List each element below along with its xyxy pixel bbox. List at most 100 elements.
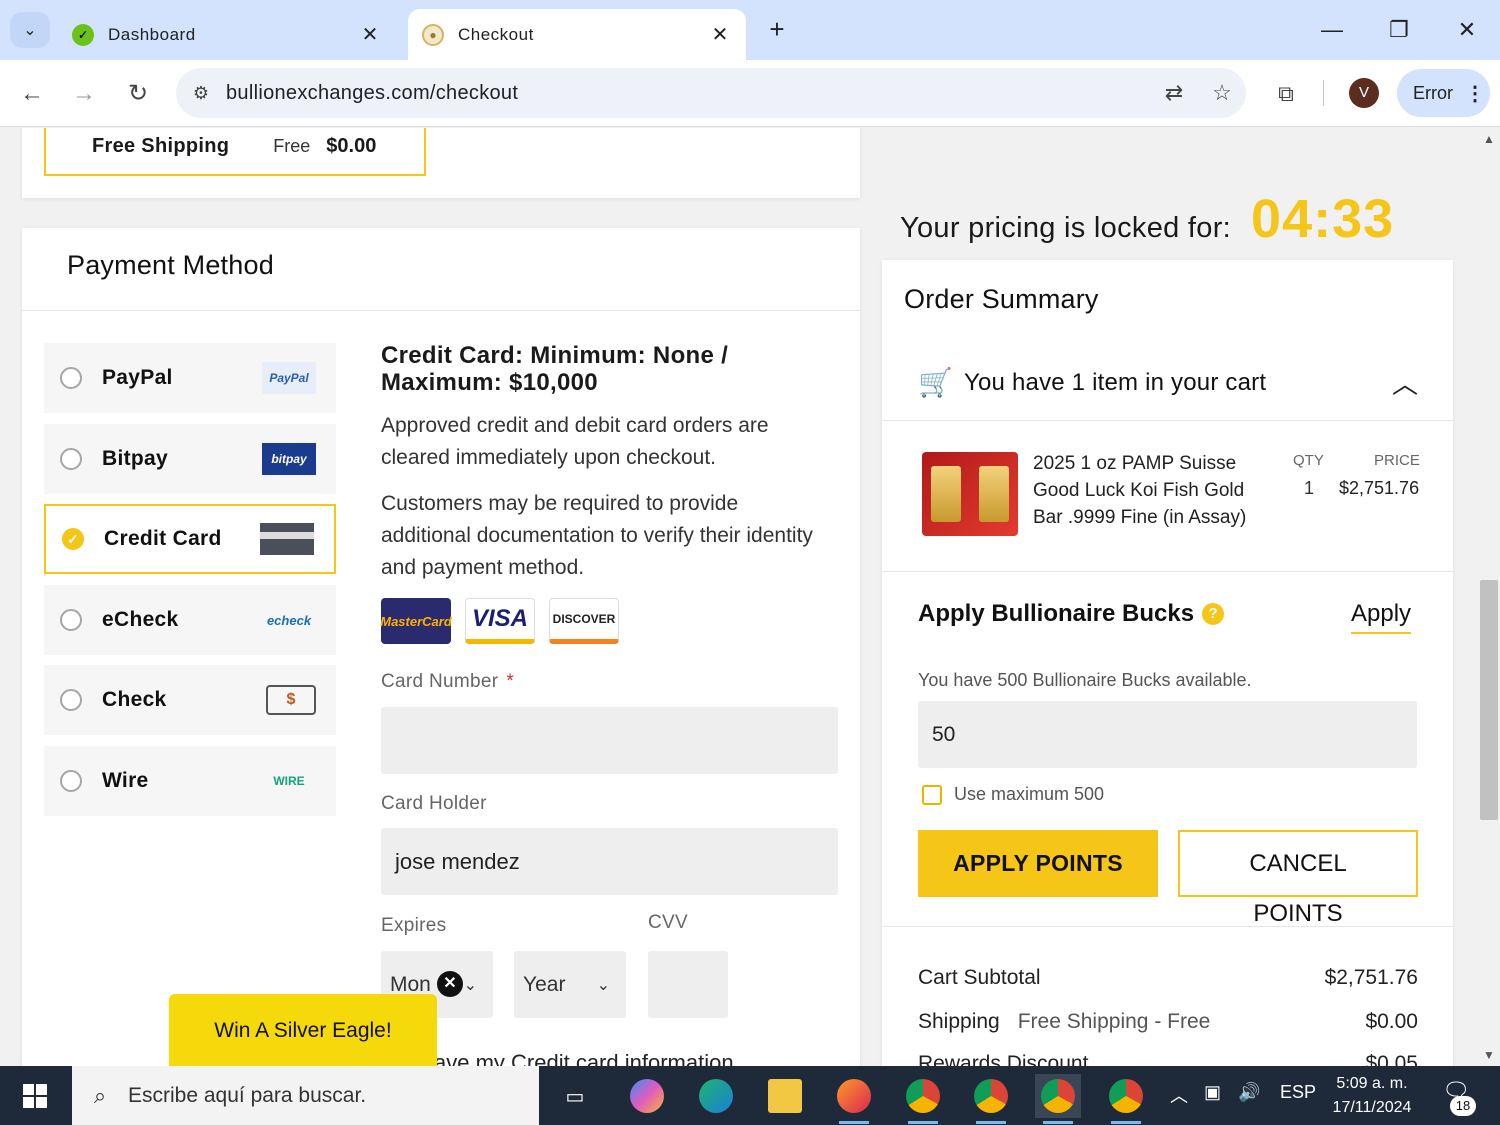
notification-button[interactable]: 🗨 18 — [1436, 1078, 1476, 1116]
cvv-label: CVV — [648, 912, 688, 933]
echeck-logo-icon: echeck — [266, 612, 312, 628]
start-button[interactable] — [0, 1066, 70, 1125]
new-tab-button[interactable]: + — [762, 14, 792, 44]
network-icon[interactable]: ▣ — [1204, 1082, 1221, 1103]
back-button[interactable]: ← — [14, 76, 50, 112]
radio-button[interactable] — [60, 367, 82, 389]
chrome-profile-icon[interactable] — [968, 1074, 1014, 1124]
shipping-option[interactable]: Free Shipping Free $0.00 — [44, 128, 426, 176]
shipping-free-label: Free — [273, 135, 311, 156]
cancel-points-button[interactable]: CANCEL POINTS — [1178, 830, 1418, 927]
error-menu-button[interactable]: Error ⋮ — [1397, 69, 1490, 117]
product-name: 2025 1 oz PAMP Suisse Good Luck Koi Fish… — [1033, 453, 1247, 528]
cvv-input[interactable] — [648, 951, 728, 1018]
coin-favicon-icon: ● — [422, 23, 444, 46]
credit-card-info-text: Approved credit and debit card orders ar… — [381, 414, 769, 469]
shipping-row: Shipping Free Shipping - Free $0.00 — [918, 1010, 1418, 1034]
credit-card-icon — [260, 523, 314, 555]
chrome-profile-icon[interactable] — [900, 1074, 946, 1124]
card-number-label: Card Number * — [381, 671, 514, 693]
card-number-input[interactable] — [381, 707, 838, 774]
shipping-name: Free Shipping — [92, 134, 230, 157]
tab-checkout[interactable]: ● Checkout ✕ — [408, 9, 746, 60]
file-explorer-icon[interactable] — [762, 1074, 808, 1118]
clock[interactable]: 5:09 a. m. 17/11/2024 — [1322, 1072, 1422, 1120]
use-max-checkbox-row[interactable]: Use maximum 500 — [922, 784, 1104, 805]
year-select[interactable]: Year ⌄ — [514, 951, 626, 1018]
method-echeck[interactable]: eCheck echeck — [44, 585, 336, 655]
method-label: eCheck — [102, 608, 179, 631]
restore-button[interactable]: ❐ — [1379, 12, 1419, 48]
firefox-icon[interactable] — [831, 1074, 877, 1124]
divider — [882, 926, 1453, 927]
radio-button[interactable] — [60, 448, 82, 470]
credit-card-limits-title: Credit Card: Minimum: None / Maximum: $1… — [381, 342, 729, 396]
method-label: PayPal — [102, 366, 173, 389]
window-close-button[interactable]: ✕ — [1447, 12, 1487, 48]
radio-button[interactable] — [60, 609, 82, 631]
radio-button[interactable] — [60, 689, 82, 711]
pricing-lock: Your pricing is locked for: 04:33 — [900, 188, 1394, 250]
tab-title: Dashboard — [108, 24, 196, 44]
more-vert-icon: ⋮ — [1465, 82, 1485, 105]
tab-title: Checkout — [458, 24, 534, 44]
site-info-icon[interactable]: ⚙ — [176, 83, 226, 104]
promo-popup-button[interactable]: Win A Silver Eagle! — [169, 994, 437, 1066]
star-icon[interactable]: ☆ — [1198, 80, 1246, 106]
minimize-button[interactable]: — — [1312, 12, 1352, 48]
chevron-down-icon: ⌄ — [596, 976, 610, 994]
taskbar-search[interactable]: ⌕ Escribe aquí para buscar. — [72, 1066, 539, 1125]
close-icon[interactable]: ✕ — [708, 22, 732, 47]
chrome-profile-icon[interactable] — [1103, 1074, 1149, 1124]
save-card-label[interactable]: ave my Credit card information — [434, 1050, 734, 1066]
cart-toggle[interactable]: 🛒 You have 1 item in your cart ︿ — [918, 364, 1418, 401]
arrow-right-icon: → — [72, 80, 96, 107]
address-bar[interactable]: ⚙ bullionexchanges.com/checkout ⇄ ☆ — [176, 68, 1246, 118]
translate-icon[interactable]: ⇄ — [1150, 80, 1198, 106]
total-label: Shipping — [918, 1010, 1000, 1033]
forward-button[interactable]: → — [66, 76, 102, 112]
method-credit-card[interactable]: ✓ Credit Card — [44, 504, 336, 574]
method-check[interactable]: Check $ — [44, 665, 336, 735]
cart-count-text: You have 1 item in your cart — [964, 368, 1267, 396]
scroll-down-icon[interactable]: ▼ — [1482, 1048, 1496, 1062]
total-amount: $0.05 — [1365, 1052, 1418, 1066]
radio-button[interactable] — [60, 770, 82, 792]
method-paypal[interactable]: PayPal PayPal — [44, 343, 336, 413]
method-label: Credit Card — [104, 527, 222, 550]
reload-button[interactable]: ↻ — [120, 76, 156, 112]
url-text[interactable]: bullionexchanges.com/checkout — [226, 82, 1150, 105]
payment-method-card: Payment Method PayPal PayPal Bitpay bitp… — [22, 228, 860, 1066]
copilot-icon[interactable] — [624, 1074, 670, 1118]
year-value: Year — [523, 972, 566, 996]
method-bitpay[interactable]: Bitpay bitpay — [44, 424, 336, 494]
language-indicator[interactable]: ESP — [1280, 1082, 1316, 1103]
tab-dashboard[interactable]: ✓ Dashboard ✕ — [58, 9, 396, 60]
volume-icon[interactable]: 🔊 — [1238, 1082, 1260, 1103]
order-summary-card: Order Summary 🛒 You have 1 item in your … — [882, 260, 1453, 1066]
dashboard-favicon-icon: ✓ — [72, 23, 94, 46]
close-icon[interactable]: ✕ — [358, 22, 382, 47]
chrome-active-icon[interactable] — [1035, 1074, 1081, 1124]
profile-avatar[interactable]: V — [1349, 78, 1379, 108]
extensions-button[interactable]: ⧉ — [1266, 76, 1306, 112]
apply-link[interactable]: Apply — [1351, 600, 1412, 634]
apply-points-button[interactable]: APPLY POINTS — [918, 830, 1158, 897]
card-holder-input[interactable]: jose mendez — [381, 828, 838, 895]
chevron-up-icon[interactable]: ︿ — [1392, 364, 1418, 401]
scroll-thumb[interactable] — [1480, 580, 1498, 820]
use-max-checkbox[interactable] — [922, 784, 942, 805]
tab-search-button[interactable]: ⌄ — [10, 12, 50, 48]
page-scrollbar[interactable]: ▲ ▼ — [1478, 128, 1500, 1066]
radio-checked-icon[interactable]: ✓ — [62, 528, 84, 550]
bucks-title-text: Apply Bullionaire Bucks — [918, 600, 1195, 627]
search-placeholder: Escribe aquí para buscar. — [128, 1083, 367, 1107]
chevron-up-icon[interactable]: ︿ — [1170, 1082, 1188, 1108]
method-wire[interactable]: Wire WIRE — [44, 746, 336, 816]
close-circle-icon[interactable]: ✕ — [437, 971, 463, 997]
bucks-amount-input[interactable]: 50 — [918, 701, 1417, 768]
scroll-up-icon[interactable]: ▲ — [1482, 132, 1496, 146]
task-view-icon[interactable]: ▭ — [552, 1074, 598, 1118]
help-icon[interactable]: ? — [1202, 603, 1225, 625]
edge-icon[interactable] — [693, 1074, 739, 1118]
